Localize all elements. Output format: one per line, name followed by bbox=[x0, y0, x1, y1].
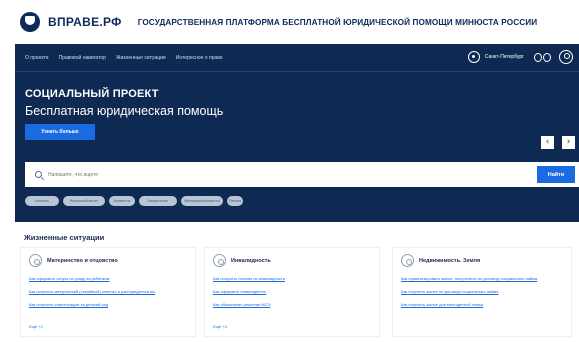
tag-chip[interactable]: Алименты bbox=[109, 196, 135, 206]
situation-link[interactable]: Как получить компенсацию за детский сад bbox=[29, 302, 189, 307]
learn-more-button[interactable]: Узнать больше bbox=[25, 124, 95, 140]
nav-item-legal-navigator[interactable]: Правовой навигатор bbox=[59, 55, 106, 61]
nav-item-life-situations[interactable]: Жизненные ситуации bbox=[116, 55, 166, 61]
card-title: Недвижимость. Земля bbox=[419, 257, 481, 264]
tag-chip[interactable]: Налоговый вычет bbox=[63, 196, 105, 206]
card-header[interactable]: Материнство и отцовство bbox=[29, 254, 195, 267]
hero-title: СОЦИАЛЬНЫЙ ПРОЕКТ bbox=[25, 88, 159, 100]
search-button[interactable]: Найти bbox=[537, 166, 575, 183]
carousel-next-button[interactable]: › bbox=[562, 136, 575, 149]
nav-right: Санкт-Петербург bbox=[467, 50, 573, 64]
hero-banner: О проекте Правовой навигатор Жизненные с… bbox=[15, 44, 579, 222]
site-header: ВПРАВЕ.РФ ГОСУДАРСТВЕННАЯ ПЛАТФОРМА БЕСП… bbox=[0, 0, 579, 44]
situation-link[interactable]: Как получить жилье по договору социально… bbox=[401, 289, 561, 294]
site-logo[interactable]: ВПРАВЕ.РФ bbox=[48, 15, 122, 29]
nav-item-interesting[interactable]: Интересное о праве bbox=[176, 55, 223, 61]
situation-card: Материнство и отцовство Как оформить отп… bbox=[20, 247, 196, 337]
situation-link[interactable]: Как получить материнский (семейный) капи… bbox=[29, 289, 189, 294]
card-header[interactable]: Недвижимость. Земля bbox=[401, 254, 571, 267]
nav-item-about[interactable]: О проекте bbox=[25, 55, 49, 61]
maternity-icon bbox=[29, 254, 42, 267]
situation-card: Недвижимость. Земля Как приватизировать … bbox=[392, 247, 572, 337]
show-more-link[interactable]: Ещё +4 bbox=[213, 324, 227, 329]
user-account-icon[interactable] bbox=[559, 50, 573, 64]
card-title: Материнство и отцовство bbox=[47, 257, 118, 264]
hero-subtitle: Бесплатная юридическая помощь bbox=[25, 104, 224, 118]
disability-icon bbox=[213, 254, 226, 267]
card-header[interactable]: Инвалидность bbox=[213, 254, 379, 267]
situation-link[interactable]: Как получить жилье для многодетной семьи bbox=[401, 302, 561, 307]
carousel-prev-button[interactable]: ‹ bbox=[541, 136, 554, 149]
accessibility-glasses-icon[interactable] bbox=[534, 52, 551, 62]
real-estate-icon bbox=[401, 254, 414, 267]
card-title: Инвалидность bbox=[231, 257, 271, 264]
tag-chip[interactable]: Материнский капитал bbox=[181, 196, 223, 206]
emblem-icon[interactable] bbox=[20, 12, 40, 32]
search-icon bbox=[35, 171, 42, 178]
tag-chip[interactable]: Банкротство bbox=[139, 196, 177, 206]
situation-link[interactable]: Как приватизировать жилье, полученное по… bbox=[401, 276, 561, 281]
situation-link[interactable]: Как обжаловать решение МСЭ bbox=[213, 302, 373, 307]
situation-link[interactable]: Как получить пенсию по инвалидности bbox=[213, 276, 373, 281]
search-input[interactable] bbox=[48, 171, 488, 178]
tag-chip[interactable]: Ипотека bbox=[25, 196, 59, 206]
site-title: ГОСУДАРСТВЕННАЯ ПЛАТФОРМА БЕСПЛАТНОЙ ЮРИ… bbox=[137, 17, 538, 27]
section-title: Жизненные ситуации bbox=[24, 233, 105, 242]
situation-link[interactable]: Как оформить отпуск по уходу за ребенком bbox=[29, 276, 189, 281]
show-more-link[interactable]: Ещё +2 bbox=[29, 324, 43, 329]
situation-card: Инвалидность Как получить пенсию по инва… bbox=[204, 247, 380, 337]
popular-tags: Ипотека Налоговый вычет Алименты Банкрот… bbox=[25, 196, 247, 206]
search-bar: Найти bbox=[25, 162, 579, 187]
situation-link[interactable]: Как оформить инвалидность bbox=[213, 289, 373, 294]
main-nav: О проекте Правовой навигатор Жизненные с… bbox=[15, 44, 579, 72]
location-icon[interactable] bbox=[467, 51, 480, 63]
city-selector[interactable]: Санкт-Петербург bbox=[485, 54, 524, 60]
tag-chip[interactable]: Пенсия bbox=[227, 196, 243, 206]
